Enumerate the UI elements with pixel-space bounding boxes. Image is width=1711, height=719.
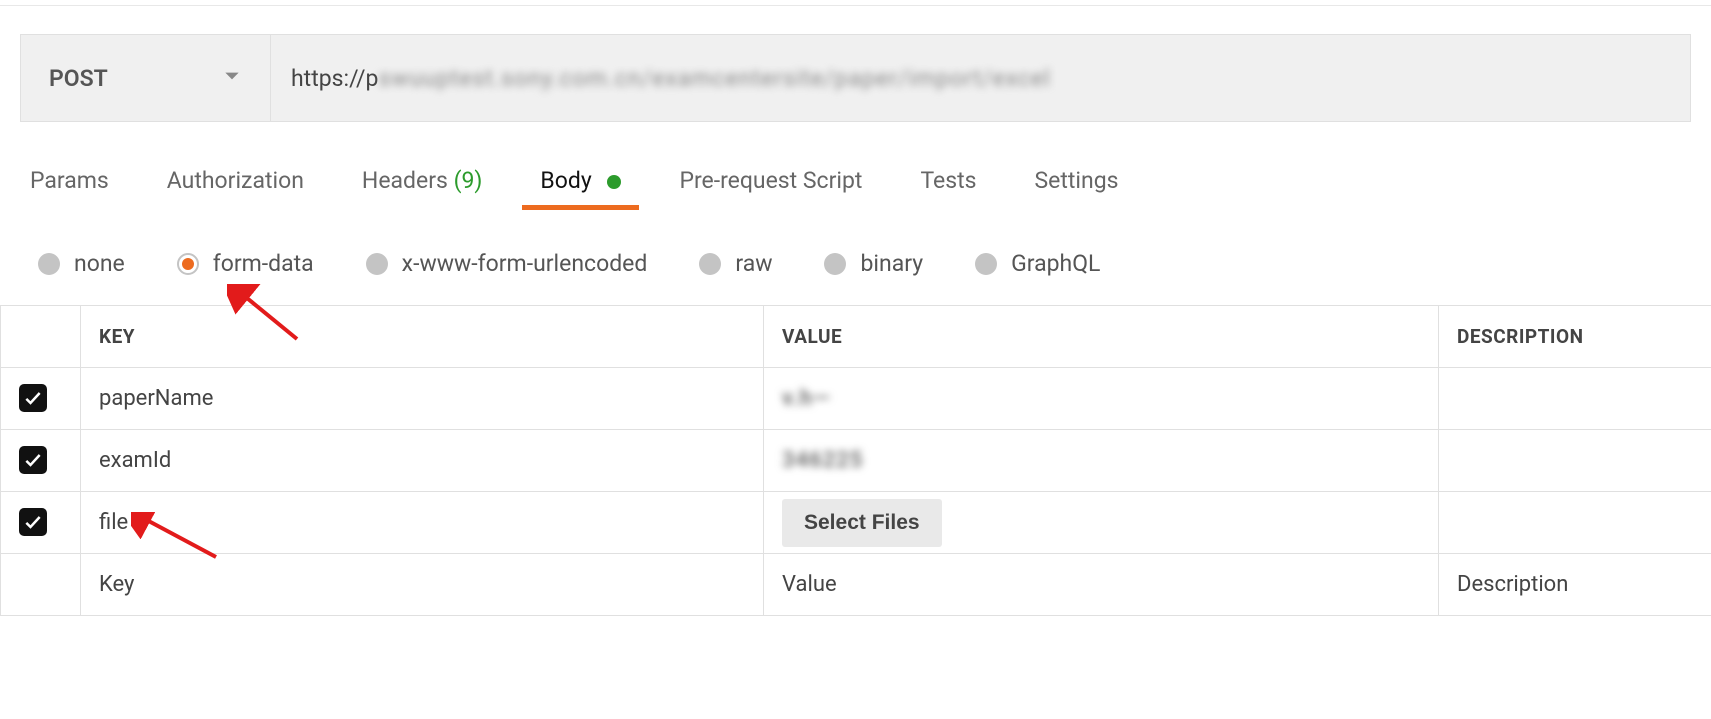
col-value-header[interactable]: VALUE	[764, 306, 1439, 368]
chevron-down-icon	[222, 65, 242, 92]
row-description[interactable]	[1439, 492, 1711, 554]
radio-icon	[824, 253, 846, 275]
tab-settings[interactable]: Settings	[1035, 167, 1119, 208]
radio-icon	[38, 253, 60, 275]
new-description-input[interactable]: Description	[1439, 554, 1711, 616]
radio-icon	[699, 253, 721, 275]
col-description-header[interactable]: DESCRIPTION	[1439, 306, 1711, 368]
radio-label: form-data	[213, 250, 314, 277]
radio-label: raw	[735, 250, 772, 277]
table-row-new: Key Value Description	[1, 554, 1711, 616]
table-row: paperName v.h—	[1, 368, 1711, 430]
row-key[interactable]: file	[81, 492, 764, 554]
radio-icon	[177, 253, 199, 275]
select-files-button[interactable]: Select Files	[782, 499, 942, 547]
radio-raw[interactable]: raw	[699, 250, 772, 277]
tab-body[interactable]: Body	[540, 167, 621, 208]
method-select[interactable]: POST	[21, 35, 271, 121]
row-checkbox[interactable]	[19, 384, 47, 412]
radio-label: binary	[860, 250, 923, 277]
tab-headers[interactable]: Headers (9)	[362, 167, 482, 208]
tab-pre-request[interactable]: Pre-request Script	[679, 167, 862, 208]
col-check	[1, 306, 81, 368]
radio-x-www-form-urlencoded[interactable]: x-www-form-urlencoded	[366, 250, 648, 277]
radio-icon	[975, 253, 997, 275]
row-value[interactable]: Select Files	[764, 492, 1439, 554]
row-key[interactable]: examId	[81, 430, 764, 492]
row-description[interactable]	[1439, 368, 1711, 430]
col-key-header[interactable]: KEY	[81, 306, 764, 368]
row-checkbox[interactable]	[19, 446, 47, 474]
row-key[interactable]: paperName	[81, 368, 764, 430]
body-active-dot-icon	[607, 175, 621, 189]
tab-tests[interactable]: Tests	[920, 167, 976, 208]
row-value[interactable]: v.h—	[764, 368, 1439, 430]
radio-graphql[interactable]: GraphQL	[975, 250, 1100, 277]
request-bar: POST https://pswuuptest.sony.com.cn/exam…	[20, 34, 1691, 122]
headers-count: (9)	[454, 167, 483, 194]
body-type-radios: none form-data x-www-form-urlencoded raw…	[20, 208, 1691, 305]
form-data-table: KEY VALUE DESCRIPTION paperName v.h— exa…	[0, 305, 1711, 616]
new-value-input[interactable]: Value	[764, 554, 1439, 616]
radio-label: x-www-form-urlencoded	[402, 250, 648, 277]
row-checkbox[interactable]	[19, 508, 47, 536]
tab-body-label: Body	[540, 167, 591, 194]
radio-none[interactable]: none	[38, 250, 125, 277]
tab-params[interactable]: Params	[30, 167, 109, 208]
tab-authorization[interactable]: Authorization	[167, 167, 304, 208]
new-key-input[interactable]: Key	[81, 554, 764, 616]
request-tabs: Params Authorization Headers (9) Body Pr…	[20, 122, 1691, 208]
url-input[interactable]: https://pswuuptest.sony.com.cn/examcente…	[271, 35, 1690, 121]
row-description[interactable]	[1439, 430, 1711, 492]
radio-binary[interactable]: binary	[824, 250, 923, 277]
row-value[interactable]: 346225	[764, 430, 1439, 492]
radio-icon	[366, 253, 388, 275]
radio-label: none	[74, 250, 125, 277]
radio-label: GraphQL	[1011, 250, 1100, 277]
url-blurred: swuuptest.sony.com.cn/examcentersite/pap…	[378, 65, 1050, 92]
method-label: POST	[49, 65, 108, 92]
table-row: file Select Files	[1, 492, 1711, 554]
url-prefix: https://p	[291, 65, 378, 92]
table-row: examId 346225	[1, 430, 1711, 492]
radio-form-data[interactable]: form-data	[177, 250, 314, 277]
tab-headers-label: Headers	[362, 167, 448, 194]
